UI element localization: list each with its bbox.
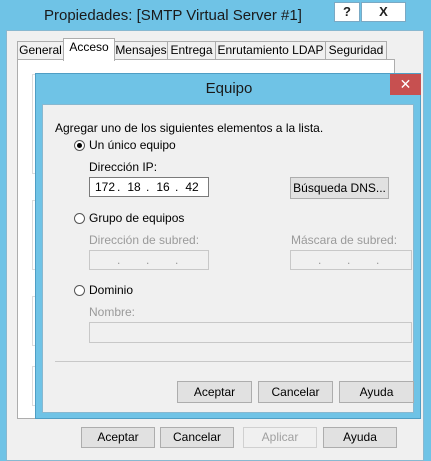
dns-lookup-button[interactable]: Búsqueda DNS... <box>290 177 389 199</box>
ip-dot-separator: . <box>175 180 179 194</box>
dialog-accept-button[interactable]: Aceptar <box>177 381 252 403</box>
ip-dot-separator: . <box>347 253 351 267</box>
dialog-separator <box>55 361 411 362</box>
ip-octet-3[interactable]: 16 <box>152 180 174 194</box>
properties-titlebar[interactable]: Propiedades: [SMTP Virtual Server #1] ? … <box>0 0 431 30</box>
accept-button[interactable]: Aceptar <box>81 427 155 448</box>
tab-mensajes[interactable]: Mensajes <box>114 41 168 60</box>
subnet-address-input[interactable]: . . . <box>89 250 209 270</box>
ip-octet-1[interactable]: 172 <box>94 180 116 194</box>
cancel-button[interactable]: Cancelar <box>160 427 234 448</box>
tab-general[interactable]: General <box>17 41 64 60</box>
subnet-mask-input[interactable]: . . . <box>290 250 412 270</box>
ip-octet-2[interactable]: 18 <box>123 180 145 194</box>
properties-title: Propiedades: [SMTP Virtual Server #1] <box>44 7 302 24</box>
group-of-computers-radio[interactable] <box>74 213 85 224</box>
dialog-help-button[interactable]: Ayuda <box>339 381 414 403</box>
close-title-button[interactable]: X <box>361 2 406 22</box>
ip-address-label: Dirección IP: <box>89 160 158 174</box>
single-computer-label[interactable]: Un único equipo <box>89 138 176 152</box>
domain-name-input[interactable] <box>89 322 412 343</box>
subnet-address-label: Dirección de subred: <box>89 233 200 247</box>
dialog-instruction: Agregar uno de los siguientes elementos … <box>55 121 324 135</box>
domain-name-label: Nombre: <box>89 305 136 319</box>
ip-dot-separator: . <box>146 253 150 267</box>
ip-dot-separator: . <box>318 253 322 267</box>
computer-dialog: Equipo ✕ Agregar uno de los siguientes e… <box>35 73 421 419</box>
dialog-cancel-button[interactable]: Cancelar <box>258 381 333 403</box>
domain-radio[interactable] <box>74 285 85 296</box>
dialog-title: Equipo <box>205 80 253 97</box>
apply-button[interactable]: Aplicar <box>243 427 317 448</box>
tab-entrega[interactable]: Entrega <box>167 41 216 60</box>
dialog-close-button[interactable]: ✕ <box>390 74 421 95</box>
ip-dot-separator: . <box>117 253 121 267</box>
ip-dot-separator: . <box>146 180 150 194</box>
ip-address-input[interactable]: 172 . 18 . 16 . 42 <box>89 177 209 197</box>
single-computer-radio[interactable] <box>74 140 85 151</box>
domain-label[interactable]: Dominio <box>89 283 133 297</box>
tab-acceso[interactable]: Acceso <box>63 38 115 61</box>
help-button[interactable]: Ayuda <box>323 427 397 448</box>
tab-enrutamiento-ldap[interactable]: Enrutamiento LDAP <box>215 41 326 60</box>
ip-dot-separator: . <box>117 180 121 194</box>
subnet-mask-label: Máscara de subred: <box>291 233 398 247</box>
dialog-client-area: Agregar uno de los siguientes elementos … <box>42 104 414 413</box>
tab-seguridad[interactable]: Seguridad <box>325 41 387 60</box>
help-title-button[interactable]: ? <box>334 2 360 22</box>
ip-octet-4[interactable]: 42 <box>181 180 203 194</box>
ip-dot-separator: . <box>376 253 380 267</box>
group-of-computers-label[interactable]: Grupo de equipos <box>89 211 184 225</box>
ip-dot-separator: . <box>175 253 179 267</box>
